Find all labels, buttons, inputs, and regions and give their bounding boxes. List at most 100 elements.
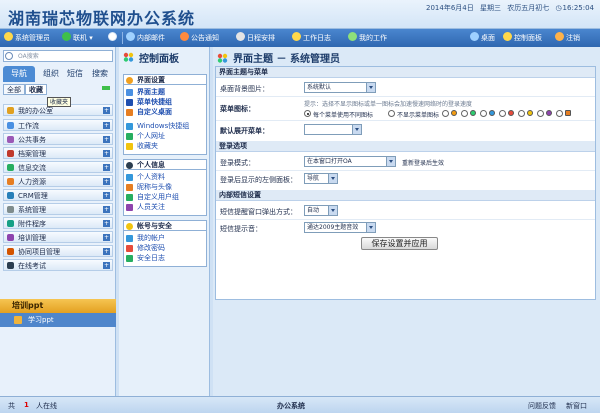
tab-navigation[interactable]: 导航 — [3, 66, 35, 82]
radio-each-icon[interactable] — [304, 110, 311, 117]
sidebar-item-info-exchange[interactable]: 信息交流 + — [3, 161, 113, 173]
control-panel-icon — [503, 32, 512, 41]
radio-each-label: 每个菜单使用不同图标 — [313, 112, 374, 119]
system-icon — [7, 206, 14, 213]
save-apply-button[interactable]: 保存设置并应用 — [361, 237, 438, 250]
radio-icon-2[interactable] — [461, 110, 468, 117]
page-title: 界面主题 － 系统管理员 — [233, 54, 340, 65]
date-display: 2014年6月4日 星期三 农历五月初七 ◷16:25:04 — [422, 3, 594, 13]
cp-link-security-log[interactable]: 安全日志 — [126, 254, 165, 263]
toolbar-desktop-button[interactable]: 桌面 — [470, 32, 495, 44]
feedback-link[interactable]: 问题反馈 — [528, 401, 556, 411]
cp-link-label: 个人网址 — [137, 132, 165, 140]
cp-link-windows-shortcut[interactable]: Windows快捷组 — [126, 122, 189, 131]
expand-icon: + — [103, 248, 110, 255]
subtab-favorites[interactable]: 收藏 — [25, 84, 47, 95]
group-icon — [126, 194, 133, 201]
star-icon — [126, 143, 133, 150]
clock-icon: ◷ — [555, 4, 562, 12]
chevron-down-icon — [328, 206, 337, 215]
sidebar-item-training-ppt[interactable]: 培训ppt — [0, 299, 116, 313]
logout-icon — [555, 32, 564, 41]
toolbar-mywork-button[interactable]: 我的工作 — [348, 32, 387, 44]
sidebar-item-label: 在线考试 — [18, 262, 46, 270]
ppt-icon — [14, 316, 22, 324]
log-icon — [292, 32, 301, 41]
user-menu[interactable]: 系统管理员 — [4, 32, 50, 44]
toolbar-mywork-label: 我的工作 — [359, 34, 387, 42]
sidebar-item-project[interactable]: 协同项目管理 + — [3, 245, 113, 257]
subtab-all[interactable]: 全部 — [3, 84, 25, 95]
sidebar-item-archives[interactable]: 档案管理 + — [3, 147, 113, 159]
left-panel-select[interactable]: 导航 — [304, 173, 338, 184]
date-text: 2014年6月4日 — [426, 4, 474, 12]
cp-link-favorites[interactable]: 收藏夹 — [126, 142, 158, 151]
bg-image-select[interactable]: 系统默认 — [304, 82, 376, 93]
radio-icon-3[interactable] — [480, 110, 487, 117]
cp-link-profile[interactable]: 个人资料 — [126, 173, 165, 182]
cp-link-label: 修改密码 — [137, 244, 165, 252]
weekday-text: 星期三 — [479, 4, 501, 12]
cp-link-label: 界面主题 — [137, 88, 165, 96]
toolbar-notice-button[interactable]: 公告通知 — [180, 32, 219, 44]
tab-organization[interactable]: 组织 — [40, 66, 62, 82]
toolbar-log-button[interactable]: 工作日志 — [292, 32, 331, 44]
sms-popup-select[interactable]: 自动 — [304, 205, 338, 216]
expand-menu-label: 默认展开菜单： — [220, 127, 269, 135]
cp-link-my-account[interactable]: 我的帐户 — [126, 234, 165, 243]
sidebar-item-system[interactable]: 系统管理 + — [3, 203, 113, 215]
toolbar-mail-button[interactable]: 内部邮件 — [126, 32, 165, 44]
expand-icon: + — [103, 262, 110, 269]
control-panel-icon — [123, 52, 134, 62]
ui-settings-icon — [126, 77, 133, 84]
collapse-icon[interactable] — [102, 86, 110, 90]
online-status-menu[interactable]: 联机 ▾ — [62, 32, 93, 44]
sidebar-item-training[interactable]: 培训管理 + — [3, 231, 113, 243]
sms-popup-label: 短信提醒窗口弹出方式： — [220, 208, 297, 216]
cp-link-label: 安全日志 — [137, 254, 165, 262]
desktop-icon — [126, 109, 133, 116]
tab-sms[interactable]: 短信 — [64, 66, 86, 82]
oa-search-input[interactable]: OA搜索 — [3, 50, 113, 62]
cp-link-change-password[interactable]: 修改密码 — [126, 244, 165, 253]
login-mode-select[interactable]: 在本窗口打开OA — [304, 156, 396, 167]
toolbar-control-panel-button[interactable]: 控制面板 — [503, 32, 542, 44]
tab-search[interactable]: 搜索 — [88, 66, 112, 82]
sidebar-item-label: 人力资源 — [18, 178, 46, 186]
cp-link-theme[interactable]: 界面主题 — [126, 88, 165, 97]
radio-icon-4[interactable] — [499, 110, 506, 117]
chevron-down-icon — [366, 83, 375, 92]
blue-icon — [489, 110, 495, 116]
sidebar-item-exam[interactable]: 在线考试 + — [3, 259, 113, 271]
sidebar-item-public-affairs[interactable]: 公共事务 + — [3, 133, 113, 145]
radio-icon-6[interactable] — [537, 110, 544, 117]
row-divider — [216, 219, 595, 220]
radio-icon-7[interactable] — [556, 110, 563, 117]
toolbar-notice-label: 公告通知 — [191, 34, 219, 42]
cp-link-menu-shortcut[interactable]: 菜单快捷组 — [126, 98, 172, 107]
lunar-text: 农历五月初七 — [507, 4, 550, 12]
radio-no-icon[interactable] — [388, 110, 395, 117]
sidebar-item-hr[interactable]: 人力资源 + — [3, 175, 113, 187]
cp-link-follow[interactable]: 人员关注 — [126, 203, 165, 212]
expand-icon: + — [103, 206, 110, 213]
back-forward-icon[interactable] — [108, 32, 119, 44]
sidebar-item-workflow[interactable]: 工作流 + — [3, 119, 113, 131]
sms-sound-select[interactable]: 通达2009主题音效 — [304, 222, 376, 233]
online-count[interactable]: 1 — [24, 401, 29, 409]
toolbar-logout-button[interactable]: 注销 — [555, 32, 580, 44]
sidebar-item-crm[interactable]: CRM管理 + — [3, 189, 113, 201]
link-icon — [126, 133, 133, 140]
expand-menu-select[interactable] — [304, 124, 362, 135]
sidebar-item-attachments[interactable]: 附件程序 + — [3, 217, 113, 229]
sidebar-item-label: 协同项目管理 — [18, 248, 60, 256]
sidebar-item-label: 培训管理 — [18, 234, 46, 242]
new-window-link[interactable]: 新窗口 — [566, 401, 587, 411]
cp-link-avatar[interactable]: 昵称与头像 — [126, 183, 172, 192]
toolbar-schedule-button[interactable]: 日程安排 — [236, 32, 275, 44]
cp-link-user-groups[interactable]: 自定义用户组 — [126, 193, 179, 202]
cp-link-custom-desktop[interactable]: 自定义桌面 — [126, 108, 172, 117]
radio-icon-1[interactable] — [442, 110, 449, 117]
cp-link-personal-url[interactable]: 个人网址 — [126, 132, 165, 141]
radio-icon-5[interactable] — [518, 110, 525, 117]
